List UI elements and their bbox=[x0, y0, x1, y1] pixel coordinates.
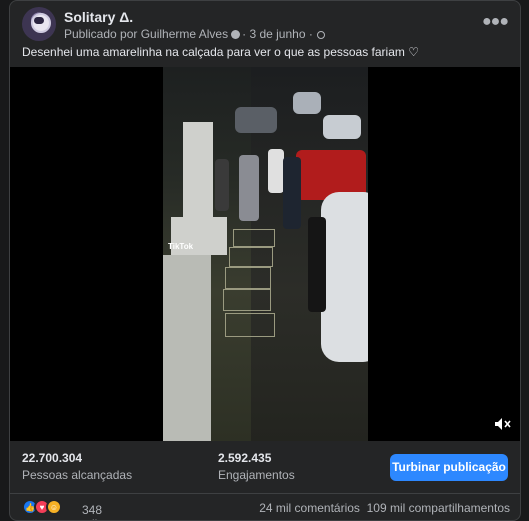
speaker-icon[interactable] bbox=[494, 417, 512, 431]
post-meta: Publicado por Guilherme Alves · 3 de junh… bbox=[64, 27, 325, 41]
person bbox=[308, 217, 326, 312]
person bbox=[268, 149, 284, 193]
reach-label: Pessoas alcançadas bbox=[22, 468, 133, 482]
meta-separator: · bbox=[242, 27, 247, 41]
reaction-count[interactable]: 348 mil bbox=[82, 503, 102, 520]
engagement-counts: 24 mil comentários 109 mil compartilhame… bbox=[259, 501, 510, 515]
hopscotch-square bbox=[233, 229, 275, 247]
engagement-value: 2.592.435 bbox=[218, 451, 272, 465]
astronaut-visor-icon bbox=[34, 17, 44, 24]
meta-separator-2: · bbox=[308, 27, 313, 41]
car-gray bbox=[235, 107, 277, 133]
page-name[interactable]: Solitary Δ. bbox=[64, 9, 133, 25]
hopscotch-square bbox=[223, 289, 271, 311]
hopscotch-square bbox=[229, 247, 273, 267]
post-footer: 👍 ♥ ☺ 348 mil 24 mil comentários 109 mil… bbox=[10, 497, 520, 520]
person bbox=[283, 157, 301, 229]
avatar[interactable] bbox=[22, 7, 56, 41]
engagement-label: Engajamentos bbox=[218, 468, 295, 482]
tiktok-watermark: TikTok bbox=[168, 242, 194, 251]
post-card: Solitary Δ. Publicado por Guilherme Alve… bbox=[9, 0, 521, 521]
info-icon[interactable] bbox=[231, 30, 241, 39]
more-options-icon[interactable]: ●●● bbox=[482, 13, 509, 31]
boost-post-button[interactable]: Turbinar publicação bbox=[390, 454, 508, 481]
car-white-near bbox=[321, 192, 368, 362]
video-frame[interactable]: TikTok bbox=[163, 67, 368, 441]
comments-count[interactable]: 24 mil comentários bbox=[259, 501, 360, 515]
person bbox=[239, 155, 259, 221]
published-by[interactable]: Publicado por Guilherme Alves bbox=[64, 27, 228, 41]
hopscotch-square bbox=[225, 267, 271, 289]
engagement-stat[interactable]: 2.592.435 Engajamentos bbox=[218, 451, 295, 482]
settings-gear-icon[interactable] bbox=[316, 31, 325, 39]
haha-icon: ☺ bbox=[46, 499, 62, 515]
person bbox=[215, 159, 229, 211]
wall-fence bbox=[163, 255, 211, 441]
shares-count[interactable]: 109 mil compartilhamentos bbox=[367, 501, 510, 515]
car-white-distant bbox=[293, 92, 321, 114]
wall-pillar-top bbox=[183, 122, 213, 217]
reach-stat[interactable]: 22.700.304 Pessoas alcançadas bbox=[22, 451, 132, 482]
reach-value: 22.700.304 bbox=[22, 451, 83, 465]
post-text: Desenhei uma amarelinha na calçada para … bbox=[22, 45, 419, 59]
car-white-far bbox=[323, 115, 361, 139]
hopscotch-square bbox=[225, 313, 275, 337]
post-date[interactable]: 3 de junho bbox=[249, 27, 305, 41]
insights-bar: 22.700.304 Pessoas alcançadas 2.592.435 … bbox=[10, 441, 520, 494]
video-player[interactable]: TikTok bbox=[10, 67, 520, 441]
post-header: Solitary Δ. Publicado por Guilherme Alve… bbox=[22, 7, 509, 41]
